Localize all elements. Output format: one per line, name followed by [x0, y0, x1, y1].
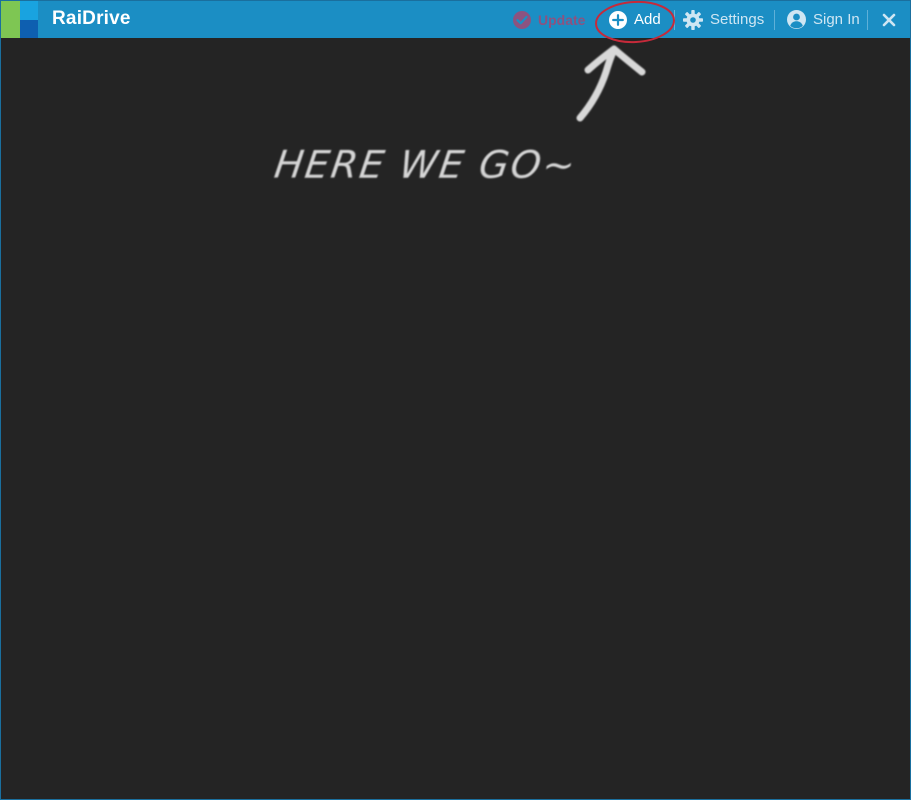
settings-button[interactable]: Settings [682, 1, 764, 38]
app-title: RaiDrive [52, 8, 131, 29]
gear-icon [683, 9, 703, 30]
user-circle-icon [787, 10, 806, 29]
sign-in-label: Sign In [813, 11, 860, 28]
settings-label: Settings [710, 11, 765, 28]
add-button[interactable]: Add [608, 1, 661, 38]
update-button[interactable]: Update [512, 1, 585, 38]
toolbar-separator [774, 10, 775, 30]
update-label: Update [538, 11, 586, 28]
toolbar-separator [674, 10, 675, 30]
close-icon [882, 13, 896, 26]
raidrive-window: RaiDrive Update Add Settings Sign In [0, 0, 911, 800]
title-bar: RaiDrive Update Add Settings Sign In [1, 1, 910, 38]
sign-in-button[interactable]: Sign In [786, 1, 860, 38]
check-circle-icon [513, 10, 531, 29]
raidrive-logo [1, 1, 38, 38]
main-content-area [1, 38, 910, 799]
toolbar-separator [867, 10, 868, 30]
plus-circle-icon [609, 10, 627, 29]
close-button[interactable] [880, 1, 898, 38]
add-label: Add [634, 11, 661, 28]
